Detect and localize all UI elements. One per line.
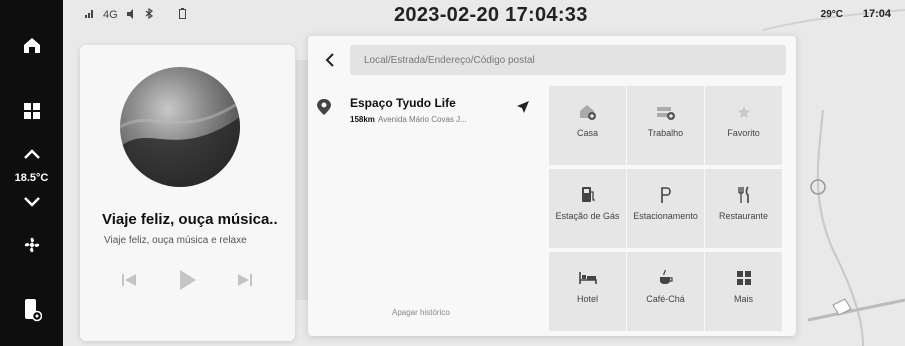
result-address: Avenida Mário Covas J...: [378, 115, 467, 124]
tile-favorite[interactable]: Favorito: [705, 86, 782, 165]
track-subtitle: Viaje feliz, ouça música e relaxe: [104, 235, 247, 246]
bluetooth-icon: [145, 7, 153, 22]
work-plus-icon: [656, 107, 675, 120]
search-result-item[interactable]: Espaço Tyudo Life 158km Avenida Mário Co…: [316, 94, 546, 134]
tile-home[interactable]: Casa: [549, 86, 626, 165]
clock: 17:04: [862, 8, 891, 20]
play-button[interactable]: [174, 267, 200, 293]
coffee-icon: [659, 269, 673, 284]
tile-work[interactable]: Trabalho: [627, 86, 704, 165]
navigate-icon[interactable]: [516, 100, 530, 119]
status-icons: 4G: [85, 7, 186, 22]
category-grid: Casa Trabalho Favorito Estação de Gás Es…: [549, 86, 782, 331]
status-bar: 4G 2023-02-20 17:04:33 29°C 17:04: [63, 0, 905, 30]
more-grid-icon: [736, 271, 751, 285]
back-button[interactable]: [320, 50, 340, 70]
tile-label: Hotel: [576, 294, 598, 304]
skip-back-icon: [122, 274, 136, 286]
phone-button[interactable]: [0, 296, 63, 324]
location-pin-icon: [316, 98, 332, 121]
fuel-icon: [581, 187, 595, 202]
signal-icon: [85, 9, 95, 21]
battery-icon: [178, 8, 186, 22]
home-icon: [23, 38, 40, 53]
tile-more[interactable]: Mais: [705, 252, 782, 331]
result-name: Espaço Tyudo Life: [350, 96, 456, 110]
play-icon: [180, 270, 196, 290]
tile-hotel[interactable]: Hotel: [549, 252, 626, 331]
outside-temperature: 29°C: [820, 9, 843, 20]
tile-label: Café-Chá: [646, 294, 685, 304]
music-card[interactable]: Viaje feliz, ouça música.. Viaje feliz, …: [80, 45, 295, 341]
chevron-down-icon: [23, 197, 40, 207]
tile-restaurant[interactable]: Restaurante: [705, 169, 782, 248]
navigation-search-panel: Espaço Tyudo Life 158km Avenida Mário Co…: [308, 36, 796, 336]
album-art: [120, 67, 240, 187]
restaurant-icon: [737, 186, 749, 203]
phone-settings-icon: [24, 299, 42, 322]
clear-history-button[interactable]: Apagar histórico: [392, 308, 450, 317]
tile-gas-station[interactable]: Estação de Gás: [549, 169, 626, 248]
tile-label: Trabalho: [647, 128, 684, 138]
screen: 4G 2023-02-20 17:04:33 29°C 17:04 18.5°C…: [0, 0, 905, 346]
tile-label: Mais: [733, 294, 753, 304]
hotel-icon: [578, 272, 597, 284]
temp-up-button[interactable]: [0, 146, 63, 162]
search-input[interactable]: [350, 45, 786, 75]
home-button[interactable]: [0, 33, 63, 57]
chevron-left-icon: [325, 53, 334, 67]
next-button[interactable]: [232, 267, 258, 293]
tile-coffee[interactable]: Café-Chá: [627, 252, 704, 331]
track-title: Viaje feliz, ouça música..: [102, 211, 278, 228]
star-icon: [737, 106, 750, 118]
datetime-display: 2023-02-20 17:04:33: [394, 4, 588, 26]
apps-button[interactable]: [0, 100, 63, 122]
tile-label: Casa: [576, 128, 598, 138]
temp-down-button[interactable]: [0, 194, 63, 210]
result-distance: 158km: [350, 115, 375, 124]
previous-button[interactable]: [116, 267, 142, 293]
parking-icon: [660, 187, 671, 203]
tile-label: Restaurante: [718, 211, 769, 221]
tile-label: Estação de Gás: [555, 211, 620, 221]
volume-icon: [126, 8, 137, 22]
chevron-up-icon: [23, 149, 40, 159]
tile-label: Estacionamento: [633, 211, 698, 221]
left-dock: 18.5°C: [0, 0, 63, 346]
apps-grid-icon: [23, 103, 40, 119]
tile-parking[interactable]: Estacionamento: [627, 169, 704, 248]
home-plus-icon: [579, 105, 596, 120]
fan-icon: [24, 237, 39, 253]
fan-button[interactable]: [0, 234, 63, 256]
cabin-temperature: 18.5°C: [14, 172, 49, 184]
skip-forward-icon: [238, 274, 252, 286]
tile-label: Favorito: [727, 128, 760, 138]
network-label: 4G: [103, 9, 118, 21]
